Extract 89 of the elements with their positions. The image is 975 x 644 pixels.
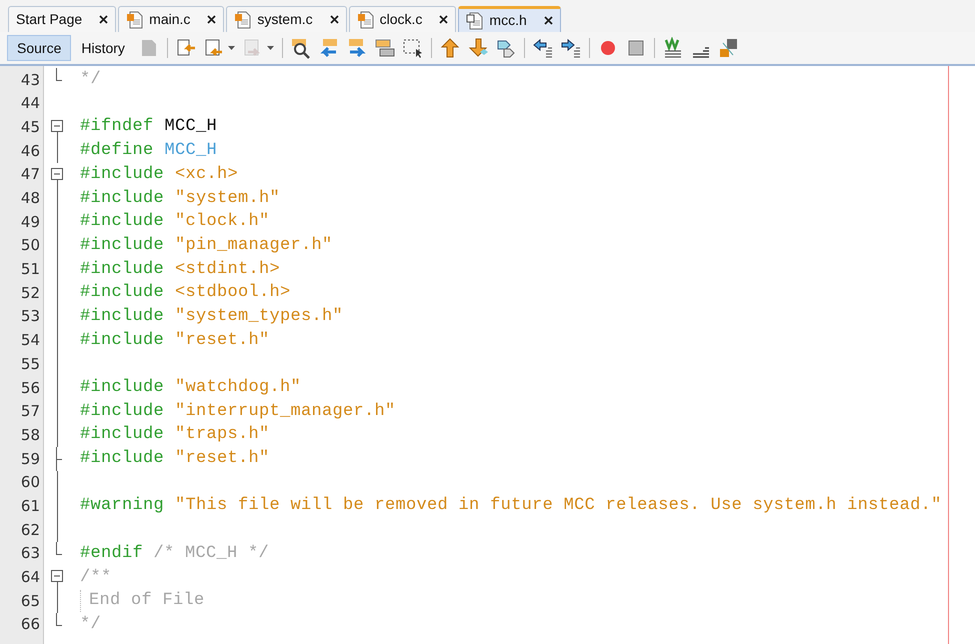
shift-right-icon[interactable]	[560, 37, 582, 59]
code-token: */	[80, 614, 102, 636]
line-number: 52	[20, 282, 40, 304]
source-file-icon	[126, 10, 144, 28]
code-token: #endif	[80, 542, 144, 565]
line-number: 49	[20, 212, 40, 233]
down-arrow-icon[interactable]	[466, 37, 489, 59]
code-token: #include	[80, 448, 164, 470]
line-number: 64	[20, 567, 40, 588]
line-number: 59	[20, 448, 40, 470]
caret-icon[interactable]	[266, 46, 274, 50]
code-token: #include	[80, 188, 164, 210]
shift-left-icon[interactable]	[532, 37, 554, 59]
code-token: #include	[80, 258, 164, 281]
fold-toggle-icon[interactable]	[51, 570, 63, 582]
code-token: #define	[80, 140, 154, 162]
code-token: #include	[80, 424, 164, 446]
search-icon[interactable]	[290, 37, 312, 59]
code-token: <stdint.h>	[175, 258, 280, 281]
line-number: 63	[20, 543, 40, 564]
code-token: /**	[80, 566, 112, 589]
line-number: 48	[20, 188, 40, 210]
highlight-icon[interactable]	[374, 37, 396, 59]
line-number: 65	[20, 590, 40, 612]
find-previous-icon[interactable]	[318, 37, 340, 59]
line-number: 53	[20, 306, 40, 328]
file-tab[interactable]: mcc.h	[458, 6, 561, 32]
view-tab[interactable]: Source	[7, 35, 72, 61]
code-token: "clock.h"	[175, 211, 270, 234]
line-number: 56	[20, 378, 40, 399]
file-tab[interactable]: clock.c	[348, 6, 456, 32]
line-number: 58	[20, 424, 40, 446]
code-token: #warning	[80, 495, 164, 518]
line-number: 60	[20, 472, 40, 494]
code-token: <stdbool.h>	[175, 282, 291, 304]
code-token: "system.h"	[175, 188, 280, 210]
line-number: 55	[20, 354, 40, 375]
code-token: #include	[80, 234, 164, 257]
source-file-icon	[234, 10, 252, 28]
line-number: 66	[20, 614, 40, 636]
code-token: "interrupt_manager.h"	[175, 400, 396, 423]
fold-toggle-icon[interactable]	[51, 168, 63, 180]
code-token: #include	[80, 330, 164, 352]
line-number: 47	[20, 164, 40, 186]
code-token: MCC_H	[164, 116, 218, 138]
line-number: 61	[20, 496, 40, 517]
line-number: 57	[20, 401, 40, 422]
code-token: End of File	[89, 590, 205, 612]
line-number: 44	[20, 93, 40, 114]
file-tab[interactable]: system.c	[226, 6, 347, 32]
close-icon[interactable]	[99, 15, 108, 24]
code-token: #include	[80, 400, 164, 423]
code-token: #include	[80, 164, 164, 186]
code-token: #ifndef	[80, 116, 154, 138]
code-token: "watchdog.h"	[175, 377, 302, 400]
code-token: #include	[80, 377, 164, 400]
source-file-icon	[466, 12, 484, 30]
code-token: "This file will be removed in future MCC releases. Use system.h instead."	[175, 495, 942, 518]
close-icon[interactable]	[544, 16, 553, 25]
line-number: 51	[20, 259, 40, 280]
line-number: 54	[20, 330, 40, 352]
line-number: 50	[20, 235, 40, 256]
code-token: #include	[80, 282, 164, 304]
code-token: "reset.h"	[175, 448, 270, 470]
code-token: */	[80, 69, 102, 92]
close-icon[interactable]	[207, 15, 216, 24]
code-token: #include	[80, 211, 164, 234]
line-number: 43	[20, 70, 40, 91]
caret-icon[interactable]	[228, 46, 235, 50]
close-icon[interactable]	[439, 15, 448, 24]
code-token: /* MCC_H */	[152, 542, 270, 565]
source-file-icon	[356, 10, 375, 28]
line-number: 62	[20, 520, 40, 541]
code-token: "traps.h"	[175, 424, 270, 446]
code-token: "pin_manager.h"	[175, 234, 333, 257]
close-icon[interactable]	[330, 15, 339, 24]
file-tab[interactable]: Start Page	[8, 6, 116, 32]
file-tab[interactable]: main.c	[118, 6, 224, 32]
up-arrow-icon[interactable]	[438, 37, 461, 59]
line-number: 45	[20, 116, 40, 138]
code-token: "reset.h"	[175, 330, 270, 352]
fold-toggle-icon[interactable]	[51, 120, 63, 132]
code-token: <xc.h>	[175, 164, 238, 186]
line-number: 46	[20, 140, 40, 162]
view-tab[interactable]: History	[71, 35, 135, 61]
code-token: MCC_H	[164, 140, 218, 162]
code-token: #include	[80, 306, 164, 328]
selection-icon[interactable]	[402, 37, 424, 59]
code-token: "system_types.h"	[175, 306, 344, 328]
